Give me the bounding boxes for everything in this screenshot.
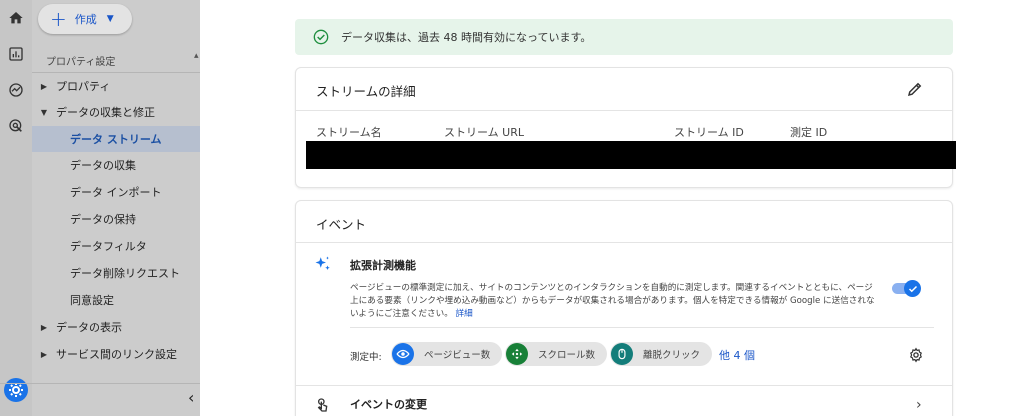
sidebar-item-property[interactable]: ▶ プロパティ [32,73,200,99]
description-text: ページビューの標準測定に加え、サイトのコンテンツとのインタラクションを自動的に測… [350,283,875,320]
sidebar-item-label: プロパティ [56,80,111,93]
mouse-icon [611,343,633,365]
touch-app-icon [317,398,328,412]
sidebar-item-label: サービス間のリンク設定 [56,348,177,361]
redacted-stream-row[interactable] [306,141,956,169]
learn-more-link[interactable]: 詳細 [456,309,473,319]
column-header-stream-name: ストリーム名 [316,126,382,139]
sidebar-item-consent-settings[interactable]: 同意設定 [32,287,200,313]
sidebar-item-label: データ削除リクエスト [70,267,180,280]
modify-events-title[interactable]: イベントの変更 [350,396,427,412]
scroll-icon [506,343,528,365]
home-icon[interactable] [0,6,32,30]
chip-outbound-clicks[interactable]: 離脱クリック [610,342,713,366]
collapse-panel-chevron-icon[interactable]: ‹ [188,388,194,407]
sidebar-item-label: データの表示 [56,321,122,334]
chevron-up-icon[interactable]: ▴ [194,51,199,61]
sparkle-icon [315,256,330,270]
measuring-label: 測定中: [350,352,382,363]
property-settings-panel: + 作成 ▼ プロパティ設定 ▴ ▶ プロパティ ▼ データの収集と修正 データ… [32,0,200,416]
section-title: プロパティ設定 [46,57,116,68]
sidebar-item-data-display[interactable]: ▶ データの表示 [32,314,200,340]
divider [296,242,952,243]
sidebar-item-label: データ インポート [70,186,162,199]
sidebar-item-product-links[interactable]: ▶ サービス間のリンク設定 [32,341,200,367]
expand-arrow-icon: ▶ [40,349,48,359]
explore-icon[interactable] [0,78,32,102]
enhanced-measurement-description: ページビューの標準測定に加え、サイトのコンテンツとのインタラクションを自動的に測… [350,282,880,322]
divider [296,385,952,386]
expand-arrow-icon: ▶ [40,322,48,332]
create-label: 作成 [74,13,97,26]
sidebar-item-data-retention[interactable]: データの保持 [32,206,200,232]
divider [350,327,934,328]
eye-icon [392,343,414,365]
left-nav-rail [0,0,32,416]
chip-scrolls[interactable]: スクロール数 [505,342,608,366]
reports-icon[interactable] [0,42,32,66]
divider [0,383,200,384]
check-circle-icon [313,29,329,45]
column-header-stream-id: ストリーム ID [674,126,744,139]
notice-text: データ収集は、過去 48 時間有効になっています。 [341,31,592,44]
stream-details-card: ストリームの詳細 ストリーム名 ストリーム URL ストリーム ID 測定 ID [295,67,956,188]
column-header-stream-url: ストリーム URL [444,126,524,139]
more-events-link[interactable]: 他 4 個 [719,347,755,363]
advertising-icon[interactable] [0,114,32,138]
sidebar-item-label: データフィルタ [70,240,147,253]
chevron-right-icon[interactable]: › [916,397,922,413]
pencil-edit-icon[interactable] [906,80,924,98]
plus-icon: + [50,7,67,31]
sidebar-item-label: 同意設定 [70,294,114,307]
card-title: イベント [316,217,367,232]
chip-label: スクロール数 [538,350,596,361]
enhanced-measurement-toggle[interactable] [892,280,922,297]
sidebar-item-label: データの保持 [70,213,136,226]
sidebar-item-data-filters[interactable]: データフィルタ [32,233,200,259]
main-content: データ収集は、過去 48 時間有効になっています。 ストリームの詳細 ストリーム… [200,0,1024,416]
chip-label: 離脱クリック [643,350,701,361]
collapse-arrow-icon: ▼ [40,107,48,117]
card-title: ストリームの詳細 [316,84,416,99]
create-button[interactable]: + 作成 ▼ [38,4,132,34]
sidebar-item-data-collection-modification[interactable]: ▼ データの収集と修正 [32,99,200,125]
divider [296,110,952,111]
sidebar-item-data-streams[interactable]: データ ストリーム [32,126,200,152]
column-header-measurement-id: 測定 ID [790,126,828,139]
sidebar-item-label: データの収集 [70,159,136,172]
gear-icon[interactable] [908,347,924,363]
admin-gear-icon[interactable] [0,376,32,404]
chip-label: ページビュー数 [424,350,491,361]
caret-down-icon: ▼ [106,14,114,24]
sidebar-item-data-import[interactable]: データ インポート [32,179,200,205]
sidebar-item-data-collection[interactable]: データの収集 [32,152,200,178]
sidebar-item-data-deletion-requests[interactable]: データ削除リクエスト [32,260,200,286]
toggle-knob [904,280,921,297]
enhanced-measurement-title: 拡張計測機能 [350,259,416,272]
check-icon [908,285,917,292]
sidebar-item-label: データの収集と修正 [56,106,155,119]
events-card: イベント 拡張計測機能 ページビューの標準測定に加え、サイトのコンテンツとのイン… [295,200,953,416]
data-collection-notice: データ収集は、過去 48 時間有効になっています。 [295,19,953,55]
expand-arrow-icon: ▶ [40,81,48,91]
chip-page-views[interactable]: ページビュー数 [391,342,503,366]
sidebar-item-label: データ ストリーム [70,133,162,146]
